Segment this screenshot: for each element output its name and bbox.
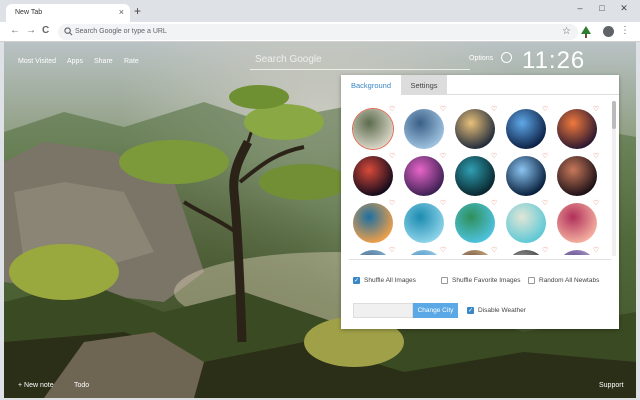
google-search-input[interactable]: Search Google	[250, 50, 470, 70]
background-thumbnail[interactable]	[557, 203, 597, 243]
background-thumbnail[interactable]	[353, 250, 393, 255]
omnibox-placeholder: Search Google or type a URL	[75, 28, 167, 35]
maximize-icon[interactable]: □	[592, 3, 612, 13]
favorite-heart-icon[interactable]: ♡	[389, 199, 395, 207]
grid-scrollbar-thumb[interactable]	[612, 101, 616, 129]
favorite-heart-icon[interactable]: ♡	[440, 199, 446, 207]
apps-link[interactable]: Apps	[67, 58, 83, 65]
tab-title: New Tab	[15, 9, 43, 16]
shuffle-favorite-checkbox[interactable]: Shuffle Favorite Images	[441, 277, 521, 284]
search-icon	[64, 27, 73, 36]
favorite-heart-icon[interactable]: ♡	[593, 199, 599, 207]
clock-time: 11:26	[522, 47, 586, 74]
disable-weather-checkbox[interactable]: ✓ Disable Weather	[467, 307, 526, 314]
browser-menu-icon[interactable]: ⋮	[620, 25, 630, 36]
newtab-page: Most Visited Apps Share Rate Search Goog…	[4, 42, 636, 398]
random-all-label: Random All Newtabs	[539, 277, 600, 284]
minimize-icon[interactable]: –	[570, 3, 590, 13]
background-thumbnail[interactable]	[506, 109, 546, 149]
favorite-heart-icon[interactable]: ♡	[593, 105, 599, 113]
background-thumbnail[interactable]	[506, 250, 546, 255]
tab-background[interactable]: Background	[341, 75, 401, 95]
browser-tab-new-tab[interactable]: New Tab ×	[6, 4, 130, 22]
background-thumbnail[interactable]	[506, 156, 546, 196]
background-thumbnail[interactable]	[506, 203, 546, 243]
tab-bar-filler	[447, 75, 619, 95]
search-placeholder: Search Google	[255, 54, 322, 65]
background-thumbnail[interactable]	[353, 203, 393, 243]
disable-weather-check-icon: ✓	[467, 307, 474, 314]
shuffle-favorite-box	[441, 277, 448, 284]
favorite-heart-icon[interactable]: ♡	[593, 246, 599, 254]
favorite-heart-icon[interactable]: ♡	[440, 105, 446, 113]
grid-scrollbar[interactable]	[612, 101, 616, 256]
most-visited-link[interactable]: Most Visited	[18, 58, 56, 65]
city-input[interactable]	[353, 303, 413, 318]
new-tab-button[interactable]: +	[134, 5, 141, 17]
background-thumbnail[interactable]	[404, 250, 444, 255]
disable-weather-label: Disable Weather	[478, 307, 526, 314]
favorite-heart-icon[interactable]: ♡	[440, 152, 446, 160]
rate-link[interactable]: Rate	[124, 58, 139, 65]
background-thumbnail[interactable]	[353, 109, 393, 149]
options-link[interactable]: Options	[469, 55, 493, 62]
favorite-heart-icon[interactable]: ♡	[542, 105, 548, 113]
panel-divider	[349, 259, 611, 260]
background-thumbnail[interactable]	[404, 156, 444, 196]
forward-icon[interactable]: →	[26, 25, 36, 37]
favorite-heart-icon[interactable]: ♡	[389, 246, 395, 254]
background-thumbnail[interactable]	[455, 156, 495, 196]
profile-avatar-icon[interactable]	[603, 26, 614, 37]
tab-strip: New Tab × + – □ ✕	[0, 0, 640, 22]
background-thumbnail[interactable]	[455, 109, 495, 149]
background-thumbnail[interactable]	[455, 203, 495, 243]
background-thumbnail[interactable]	[353, 156, 393, 196]
new-note-button[interactable]: + New note	[18, 382, 54, 389]
random-all-checkbox[interactable]: Random All Newtabs	[528, 277, 599, 284]
shuffle-favorite-label: Shuffle Favorite Images	[452, 277, 521, 284]
clock-icon[interactable]	[501, 52, 512, 63]
window-close-icon[interactable]: ✕	[614, 3, 634, 14]
todo-link[interactable]: Todo	[74, 382, 89, 389]
background-thumbnail[interactable]	[557, 156, 597, 196]
omnibox[interactable]: Search Google or type a URL ☆	[58, 24, 578, 40]
favorite-heart-icon[interactable]: ♡	[593, 152, 599, 160]
support-link[interactable]: Support	[599, 382, 624, 389]
shuffle-all-check-icon: ✓	[353, 277, 360, 284]
favorite-heart-icon[interactable]: ♡	[542, 152, 548, 160]
favorite-heart-icon[interactable]: ♡	[389, 152, 395, 160]
favorite-heart-icon[interactable]: ♡	[542, 246, 548, 254]
extension-tree-icon[interactable]	[581, 26, 591, 38]
tab-settings[interactable]: Settings	[401, 75, 447, 95]
favorite-heart-icon[interactable]: ♡	[491, 152, 497, 160]
shuffle-all-label: Shuffle All Images	[364, 277, 416, 284]
background-thumbnail-grid: ♡ ♡ ♡ ♡ ♡ ♡ ♡ ♡ ♡ ♡ ♡ ♡ ♡ ♡ ♡ ♡ ♡ ♡ ♡ ♡	[349, 105, 607, 255]
background-thumbnail[interactable]	[404, 203, 444, 243]
background-thumbnail[interactable]	[455, 250, 495, 255]
back-icon[interactable]: ←	[10, 25, 20, 37]
share-link[interactable]: Share	[94, 58, 113, 65]
background-thumbnail[interactable]	[557, 109, 597, 149]
favorite-heart-icon[interactable]: ♡	[491, 199, 497, 207]
options-panel: Background Settings ♡ ♡ ♡ ♡ ♡ ♡ ♡ ♡ ♡ ♡ ♡ ♡ ♡ ♡ ♡ ♡ ♡ ♡ ♡ ♡…	[341, 75, 619, 329]
favorite-heart-icon[interactable]: ♡	[542, 199, 548, 207]
bookmark-star-icon[interactable]: ☆	[562, 26, 571, 37]
background-thumbnail[interactable]	[557, 250, 597, 255]
favorite-heart-icon[interactable]: ♡	[389, 105, 395, 113]
tab-close-icon[interactable]: ×	[119, 7, 124, 17]
background-thumbnail[interactable]	[404, 109, 444, 149]
favorite-heart-icon[interactable]: ♡	[440, 246, 446, 254]
browser-toolbar: ← → C Search Google or type a URL ☆ ⋮	[0, 22, 640, 42]
change-city-button[interactable]: Change City	[413, 303, 458, 318]
shuffle-all-checkbox[interactable]: ✓ Shuffle All Images	[353, 277, 416, 284]
reload-icon[interactable]: C	[42, 25, 49, 37]
favorite-heart-icon[interactable]: ♡	[491, 246, 497, 254]
favorite-heart-icon[interactable]: ♡	[491, 105, 497, 113]
random-all-box	[528, 277, 535, 284]
